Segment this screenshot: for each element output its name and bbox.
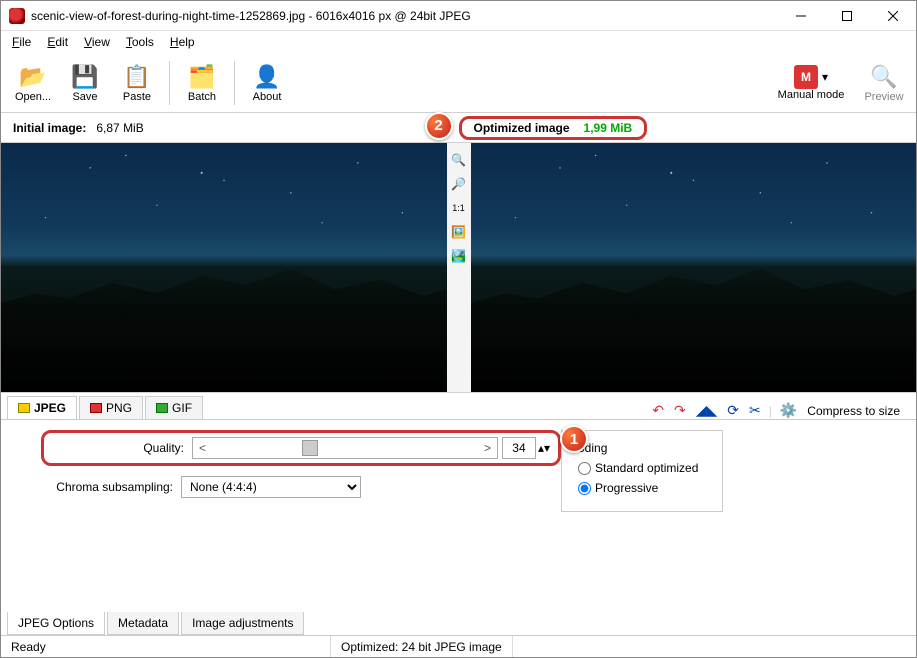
slider-thumb[interactable] (302, 440, 318, 456)
format-tabs: JPEG PNG GIF ↶ ↷ ◢◣ ⟳ ✂ | ⚙️ Compress to… (1, 393, 916, 419)
paste-button[interactable]: 📋 Paste (113, 57, 161, 109)
folder-open-icon: 📂 (17, 63, 49, 91)
radio-standard[interactable]: Standard optimized (578, 461, 698, 475)
jpeg-icon (18, 403, 30, 413)
menu-file[interactable]: File (5, 33, 38, 51)
about-icon: 👤 (251, 63, 283, 91)
spin-icon[interactable]: ▴▾ (538, 441, 550, 455)
menu-edit[interactable]: Edit (40, 33, 75, 51)
toolbar-separator (234, 61, 235, 105)
chroma-row: Chroma subsampling: None (4:4:4) (41, 476, 561, 498)
menubar: File Edit View Tools Help (1, 31, 916, 53)
optimized-image-pane[interactable] (471, 143, 917, 392)
zoom-out-icon[interactable]: 🔎 (450, 175, 468, 193)
app-window: scenic-view-of-forest-during-night-time-… (0, 0, 917, 658)
png-icon (90, 403, 102, 413)
menu-help[interactable]: Help (163, 33, 202, 51)
batch-button[interactable]: 🗂️ Batch (178, 57, 226, 109)
callout-badge-1: 1 (560, 425, 588, 453)
slider-track[interactable] (212, 438, 478, 458)
menu-tools[interactable]: Tools (119, 33, 161, 51)
flip-horizontal-icon[interactable]: ◢◣ (694, 402, 720, 419)
initial-size-value: 6,87 MiB (96, 121, 143, 135)
chevron-down-icon: ▾ (822, 70, 828, 84)
quality-highlight-box: 1 Quality: < > 34 ▴▾ (41, 430, 561, 466)
initial-label: Initial image: (13, 121, 86, 135)
tab-image-adjustments[interactable]: Image adjustments (181, 612, 304, 635)
app-icon (9, 8, 25, 24)
open-button[interactable]: 📂 Open... (9, 57, 57, 109)
menu-view[interactable]: View (77, 33, 117, 51)
save-button[interactable]: 💾 Save (61, 57, 109, 109)
optimized-size-group: 2 Optimized image 1,99 MiB (459, 116, 905, 140)
preview-button[interactable]: 🔍 Preview (860, 57, 908, 109)
image-compare-area: 🔍 🔎 1:1 🖼️ 🏞️ (1, 143, 916, 393)
gif-icon (156, 403, 168, 413)
tab-png[interactable]: PNG (79, 396, 143, 419)
about-button[interactable]: 👤 About (243, 57, 291, 109)
compress-to-size-button[interactable]: Compress to size (805, 404, 902, 418)
tab-gif[interactable]: GIF (145, 396, 203, 419)
initial-size-group: Initial image: 6,87 MiB (13, 121, 459, 135)
save-icon: 💾 (69, 63, 101, 91)
redo-icon[interactable]: ↷ (672, 402, 688, 419)
optimized-highlight-box: Optimized image 1,99 MiB (459, 116, 648, 140)
tab-metadata[interactable]: Metadata (107, 612, 179, 635)
manual-mode-button[interactable]: M ▾ Manual mode (766, 57, 856, 109)
slider-left-arrow-icon[interactable]: < (199, 441, 206, 455)
zoom-in-icon[interactable]: 🔍 (450, 151, 468, 169)
window-controls (778, 1, 916, 30)
panel-toolbar: ↶ ↷ ◢◣ ⟳ ✂ | ⚙️ Compress to size (205, 402, 910, 419)
size-info-bar: Initial image: 6,87 MiB 2 Optimized imag… (1, 113, 916, 143)
titlebar: scenic-view-of-forest-during-night-time-… (1, 1, 916, 31)
tab-jpeg-options[interactable]: JPEG Options (7, 612, 105, 635)
toolbar-separator (169, 61, 170, 105)
close-button[interactable] (870, 1, 916, 30)
options-fields: 1 Quality: < > 34 ▴▾ Chr (1, 430, 916, 512)
quality-slider[interactable]: < > (192, 437, 498, 459)
radio-progressive-input[interactable] (578, 482, 591, 495)
options-panel: 1 Quality: < > 34 ▴▾ Chr (1, 419, 916, 635)
status-ready: Ready (1, 636, 331, 657)
paste-icon: 📋 (121, 63, 153, 91)
optimized-size-value: 1,99 MiB (584, 121, 633, 135)
magnifier-icon: 🔍 (868, 63, 900, 91)
tab-jpeg[interactable]: JPEG (7, 396, 77, 419)
zoom-1to1-button[interactable]: 1:1 (450, 199, 468, 217)
sub-tabs: JPEG Options Metadata Image adjustments (1, 612, 916, 635)
rotate-icon[interactable]: ⟳ (725, 402, 741, 419)
slider-right-arrow-icon[interactable]: > (484, 441, 491, 455)
window-title: scenic-view-of-forest-during-night-time-… (31, 9, 778, 23)
quality-label: Quality: (52, 441, 192, 455)
minimize-button[interactable] (778, 1, 824, 30)
chroma-select[interactable]: None (4:4:4) (181, 476, 361, 498)
fit-screen-icon[interactable]: 🖼️ (450, 223, 468, 241)
callout-badge-2: 2 (425, 112, 453, 140)
radio-progressive[interactable]: Progressive (578, 481, 698, 495)
status-optimized: Optimized: 24 bit JPEG image (331, 636, 513, 657)
maximize-button[interactable] (824, 1, 870, 30)
zoom-toolbar: 🔍 🔎 1:1 🖼️ 🏞️ (447, 143, 471, 392)
encoding-label: oding (578, 441, 698, 455)
optimized-label: Optimized image (474, 121, 570, 135)
batch-icon: 🗂️ (186, 63, 218, 91)
quality-value-input[interactable]: 34 (502, 437, 536, 459)
picture-icon[interactable]: 🏞️ (450, 247, 468, 265)
statusbar: Ready Optimized: 24 bit JPEG image (1, 635, 916, 657)
quality-row: 1 Quality: < > 34 ▴▾ (41, 430, 561, 466)
undo-icon[interactable]: ↶ (650, 402, 666, 419)
options-left-column: 1 Quality: < > 34 ▴▾ Chr (1, 430, 561, 512)
chroma-label: Chroma subsampling: (41, 480, 181, 494)
settings-icon[interactable]: ⚙️ (778, 402, 799, 419)
main-toolbar: 📂 Open... 💾 Save 📋 Paste 🗂️ Batch 👤 Abou… (1, 53, 916, 113)
radio-standard-input[interactable] (578, 462, 591, 475)
crop-icon[interactable]: ✂ (747, 402, 763, 419)
initial-image-pane[interactable] (1, 143, 447, 392)
manual-mode-icon: M (794, 65, 818, 89)
